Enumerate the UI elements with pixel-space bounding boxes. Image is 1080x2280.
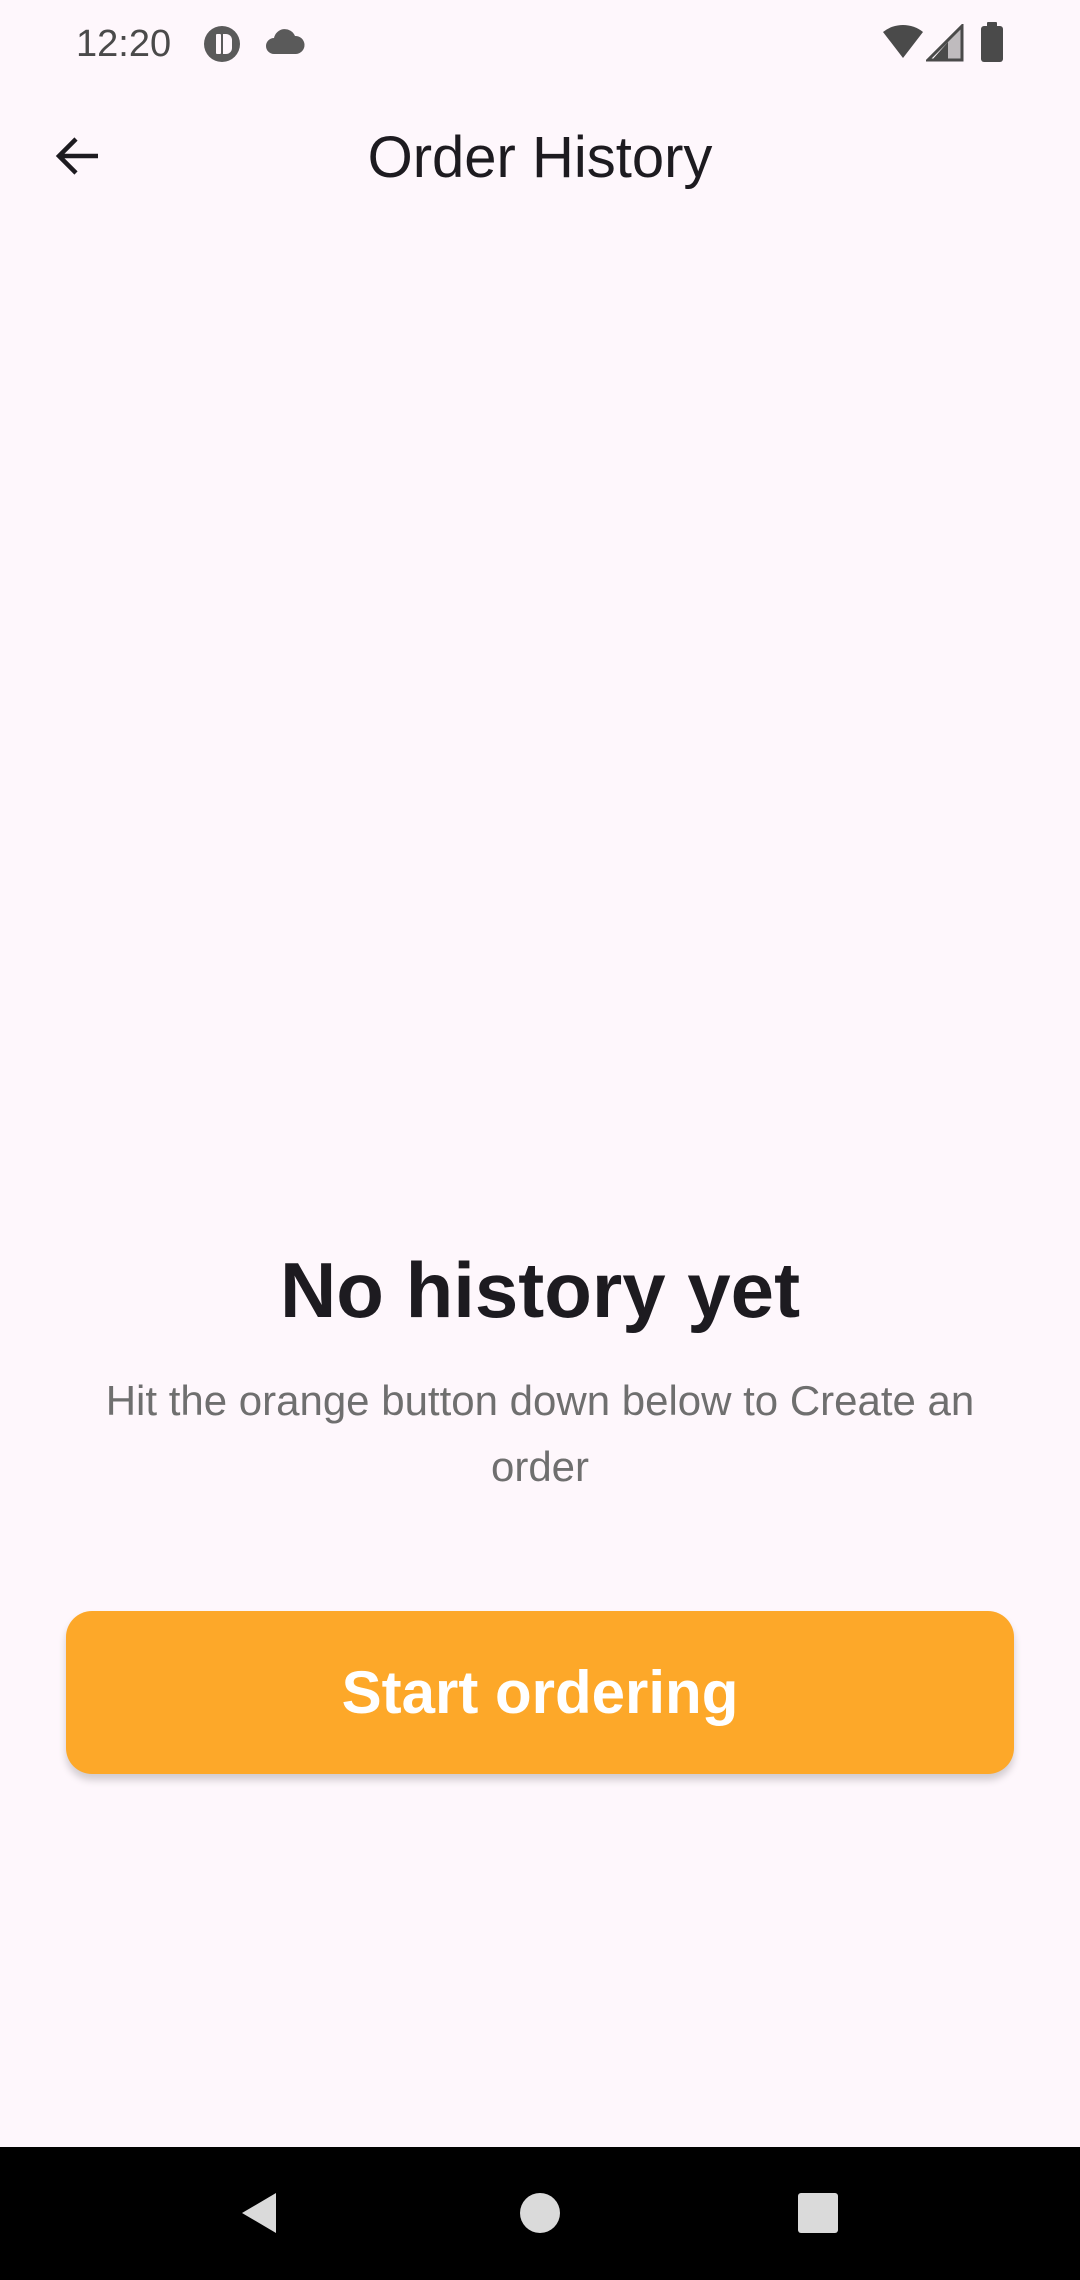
start-ordering-button[interactable]: Start ordering	[66, 1611, 1014, 1774]
back-triangle-icon	[242, 2193, 276, 2233]
status-bar: 12:20	[0, 0, 1080, 88]
nav-recents-button[interactable]	[782, 2177, 854, 2249]
nav-home-button[interactable]	[504, 2177, 576, 2249]
start-ordering-label: Start ordering	[341, 1659, 739, 1726]
order-history-screen: 12:20 Order History No history yet Hit t…	[0, 0, 1080, 2280]
wifi-icon	[883, 24, 923, 58]
system-navigation-bar	[0, 2147, 1080, 2280]
empty-state-subtitle: Hit the orange button down below to Crea…	[105, 1377, 975, 1490]
battery-icon	[981, 22, 1003, 62]
cellular-signal-icon	[926, 24, 964, 62]
recents-square-icon	[798, 2193, 838, 2233]
empty-state-title: No history yet	[279, 1246, 801, 1334]
app-notification-icon	[204, 26, 240, 62]
page-title: Order History	[367, 125, 713, 190]
cloud-icon	[266, 29, 305, 54]
status-time: 12:20	[76, 23, 172, 65]
app-bar: Order History	[0, 98, 1080, 218]
home-circle-icon	[520, 2193, 560, 2233]
nav-back-button[interactable]	[224, 2177, 296, 2249]
